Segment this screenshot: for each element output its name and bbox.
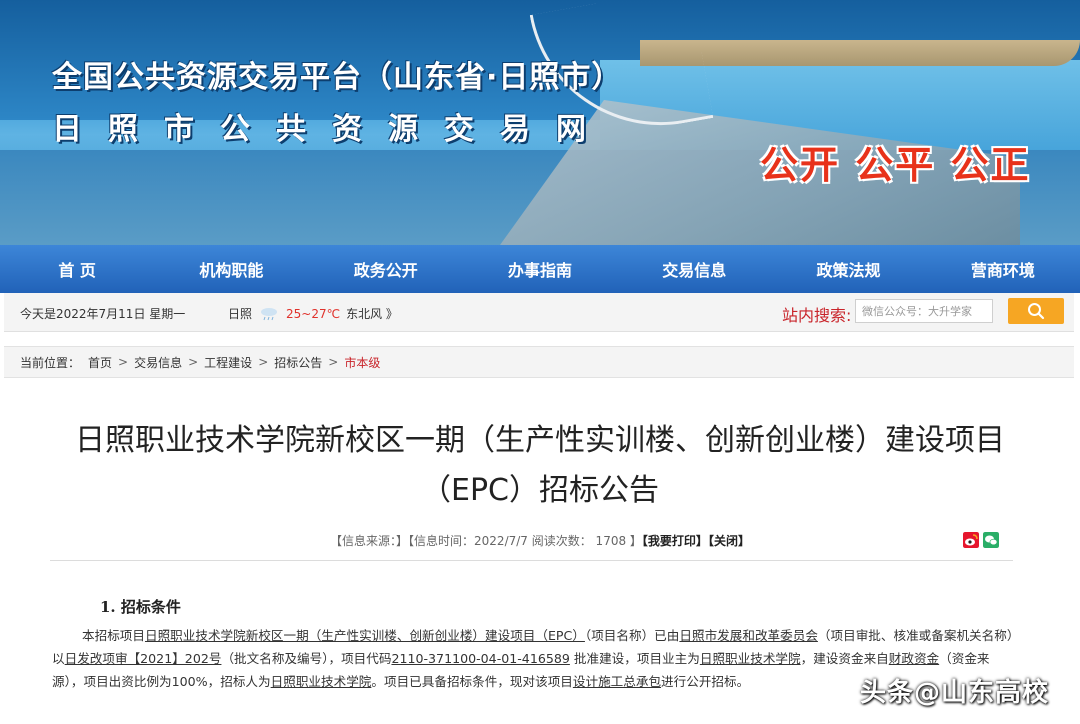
breadcrumb-current[interactable]: 市本级 <box>344 354 380 371</box>
breadcrumb-label: 当前位置： <box>20 355 81 370</box>
fund-source: 财政资金 <box>888 651 940 666</box>
date-text: 今天是2022年7月11日 星期一 <box>20 307 186 321</box>
divider <box>50 560 1013 561</box>
text-segment: （批文名称及编号），项目代码 <box>221 651 392 666</box>
tender-scope: 设计施工总承包 <box>572 674 662 689</box>
print-link[interactable]: 【我要打印】 <box>642 534 708 548</box>
weather-city: 日照 <box>228 307 253 321</box>
share-buttons <box>963 532 999 548</box>
nav-item-government-affairs[interactable]: 政务公开 <box>309 257 463 281</box>
nav-item-policy[interactable]: 政策法规 <box>771 257 925 281</box>
chevron-right-icon: > <box>258 355 269 369</box>
watermark: 头条@山东高校 <box>860 678 1050 708</box>
project-name: 日照职业技术学院新校区一期（生产性实训楼、创新创业楼）建设项目（EPC） <box>144 628 585 643</box>
article-meta: 【信息来源：】【信息时间：2022/7/7 阅读次数： 1708 】【我要打印】… <box>0 532 1080 549</box>
chevron-right-icon: > <box>328 355 339 369</box>
chevron-right-icon: > <box>118 355 129 369</box>
approval-doc: 日发改项审【2021】202号 <box>64 651 222 666</box>
breadcrumb-trade-info[interactable]: 交易信息 <box>134 354 182 371</box>
nav-item-organization[interactable]: 机构职能 <box>154 257 308 281</box>
breadcrumb-home[interactable]: 首页 <box>88 354 112 371</box>
close-link[interactable]: 【关闭】 <box>708 534 750 548</box>
search-button[interactable] <box>1008 298 1064 324</box>
project-code: 2110-371100-04-01-416589 <box>391 651 570 666</box>
weather: 日照 25~27℃ 东北风 》 <box>228 305 398 322</box>
meta-source-time-views: 【信息来源：】【信息时间：2022/7/7 阅读次数： 1708 】 <box>330 534 642 548</box>
header-banner: 全国公共资源交易平台（山东省·日照市） 日照市公共资源交易网 公开 公平 公正 <box>0 0 1080 245</box>
text-segment: ，建设资金来自 <box>800 651 889 666</box>
site-title-line2: 日照市公共资源交易网 <box>52 112 612 147</box>
banner-shore <box>640 40 1080 66</box>
project-owner: 日照职业技术学院 <box>699 651 801 666</box>
text-segment: 进行公开招标。 <box>661 674 750 689</box>
section-title-tender-conditions: 1. 招标条件 <box>100 598 181 616</box>
search-icon <box>1028 303 1045 320</box>
rain-cloud-icon <box>261 307 278 320</box>
nav-item-guide[interactable]: 办事指南 <box>463 257 617 281</box>
approval-org: 日照市发展和改革委员会 <box>679 628 818 643</box>
breadcrumb: 当前位置： 首页 > 交易信息 > 工程建设 > 招标公告 > 市本级 <box>4 346 1074 378</box>
search-input[interactable] <box>855 299 993 323</box>
nav-item-business-env[interactable]: 营商环境 <box>926 257 1080 281</box>
breadcrumb-engineering[interactable]: 工程建设 <box>204 354 252 371</box>
nav-item-trade-info[interactable]: 交易信息 <box>617 257 771 281</box>
text-segment: 批准建设，项目业主为 <box>569 651 700 666</box>
site-title-line1: 全国公共资源交易平台（山东省·日照市） <box>52 60 623 95</box>
weibo-icon[interactable] <box>963 532 979 548</box>
tenderer: 日照职业技术学院 <box>270 674 372 689</box>
nav-item-home[interactable]: 首 页 <box>0 257 154 281</box>
search-label: 站内搜索: <box>782 306 852 325</box>
text-segment: 。项目已具备招标条件，现对该项目 <box>371 674 573 689</box>
wechat-icon[interactable] <box>983 532 999 548</box>
weather-temp: 25~27℃ <box>286 306 341 321</box>
main-nav: 首 页 机构职能 政务公开 办事指南 交易信息 政策法规 营商环境 <box>0 245 1080 293</box>
text-segment: （项目名称）已由 <box>584 628 680 643</box>
article-title: 日照职业技术学院新校区一期（生产性实训楼、创新创业楼）建设项目（EPC）招标公告 <box>75 423 1005 508</box>
chevron-right-icon: > <box>188 355 199 369</box>
breadcrumb-tender-notice[interactable]: 招标公告 <box>274 354 322 371</box>
text-segment: 本招标项目 <box>82 628 145 643</box>
weather-wind[interactable]: 东北风 》 <box>346 305 398 322</box>
info-bar: 今天是2022年7月11日 星期一 日照 25~27℃ 东北风 》 站内搜索: <box>4 293 1074 332</box>
banner-slogan: 公开 公平 公正 <box>760 143 1031 187</box>
